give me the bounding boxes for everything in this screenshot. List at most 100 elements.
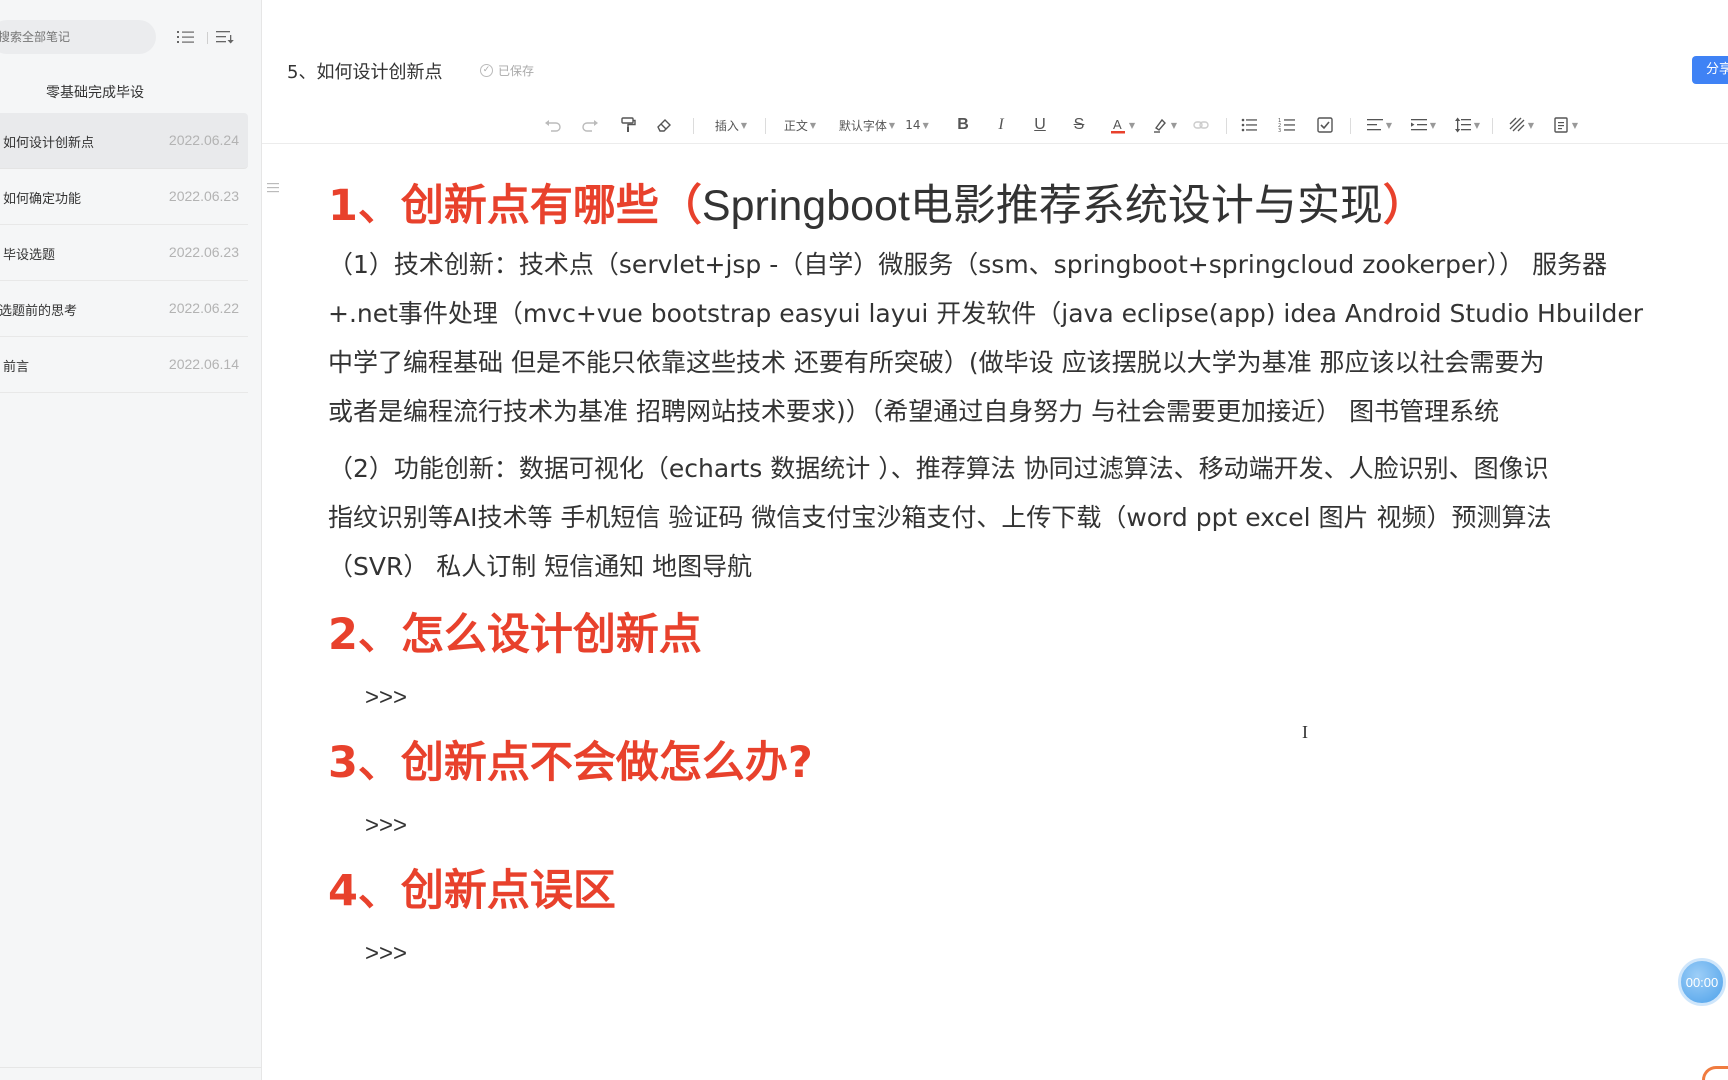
indent-dropdown[interactable]: ▼ (1406, 114, 1440, 136)
bold-icon[interactable]: B (952, 114, 974, 136)
heading-3: 3、创新点不会做怎么办? (328, 738, 813, 788)
highlight-dropdown[interactable]: ▼ (1146, 114, 1182, 136)
editor-main: 5、如何设计创新点 ✓ 已保存 分享 插入▼ 正文▼ 默认字体▼ 14▼ (262, 0, 1728, 1080)
note-item[interactable]: 前言 2022.06.14 (0, 337, 248, 393)
sidebar: 零基础完成毕设 如何设计创新点 2022.06.24 如何确定功能 2022.0… (0, 0, 262, 1080)
chevron-down-icon: ▼ (888, 120, 896, 130)
note-item[interactable]: 毕设选题 2022.06.23 (0, 225, 248, 281)
paragraph-label: 正文 (783, 118, 808, 133)
heading-1: 1、创新点有哪些（Springboot电影推荐系统设计与实现） (328, 176, 1728, 236)
doc-title[interactable]: 5、如何设计创新点 (287, 58, 442, 84)
placeholder-arrow: >>> (365, 812, 408, 839)
chevron-down-icon: ▼ (809, 120, 817, 130)
corner-logo-icon (1702, 1066, 1728, 1080)
template-dropdown[interactable]: ▼ (1548, 114, 1582, 136)
align-dropdown[interactable]: ▼ (1362, 114, 1396, 136)
chevron-down-icon: ▼ (1385, 120, 1393, 130)
highlighter-icon (1153, 118, 1166, 133)
paragraph-line: （SVR） 私人订制 短信通知 地图导航 (328, 552, 753, 581)
format-painter-icon[interactable] (617, 114, 639, 136)
indent-icon (1410, 119, 1427, 131)
link-icon[interactable] (1190, 114, 1212, 136)
italic-icon[interactable]: I (990, 114, 1012, 136)
note-date: 2022.06.24 (168, 132, 239, 148)
toolbar-separator (207, 32, 208, 44)
note-date: 2022.06.14 (168, 356, 239, 372)
chevron-down-icon: ▼ (1527, 120, 1535, 130)
check-circle-icon: ✓ (480, 64, 493, 77)
chevron-down-icon: ▼ (1170, 120, 1178, 130)
heading-1-prefix: 1、创新点有哪些（ (328, 181, 702, 231)
paragraph-line: 或者是编程流行技术为基准 招聘网站技术要求)）（希望通过自身努力 与社会需要更加… (328, 397, 1500, 426)
bullet-list-icon[interactable] (1238, 114, 1260, 136)
search-row (0, 20, 262, 54)
chevron-down-icon: ▼ (1429, 120, 1437, 130)
toolbar-separator (1350, 118, 1351, 134)
note-date: 2022.06.23 (168, 188, 239, 204)
line-spacing-dropdown[interactable]: ▼ (1450, 114, 1484, 136)
line-spacing-icon (1454, 117, 1471, 133)
font-size-dropdown[interactable]: 14 ▼ (903, 114, 931, 136)
document-icon (1554, 117, 1568, 133)
note-item[interactable]: 选题前的思考 2022.06.22 (0, 281, 248, 337)
heading-4: 4、创新点误区 (328, 866, 616, 916)
checklist-icon[interactable] (1314, 114, 1336, 136)
strikethrough-icon[interactable]: S (1068, 114, 1090, 136)
note-title: 如何确定功能 (3, 192, 82, 207)
share-button[interactable]: 分享 (1692, 56, 1728, 84)
heading-2: 2、怎么设计创新点 (328, 610, 702, 660)
text-cursor-icon: I (1302, 722, 1308, 742)
svg-text:3: 3 (1278, 128, 1281, 134)
note-date: 2022.06.23 (168, 244, 239, 260)
editor-toolbar: 插入▼ 正文▼ 默认字体▼ 14▼ B I U S A▼ ▼ 123 (262, 104, 1728, 144)
toolbar-separator (765, 118, 766, 134)
svg-text:A: A (1113, 117, 1122, 132)
toolbar-separator (1492, 118, 1493, 134)
note-list: 如何设计创新点 2022.06.24 如何确定功能 2022.06.23 毕设选… (0, 113, 248, 393)
paragraph-function-innovation: （2）功能创新：数据可视化（echarts 数据统计 ）、推荐算法 协同过滤算法… (328, 444, 1728, 591)
chevron-down-icon: ▼ (740, 120, 748, 130)
note-title: 毕设选题 (3, 248, 56, 263)
pattern-dropdown[interactable]: ▼ (1504, 114, 1538, 136)
paragraph-style-dropdown[interactable]: 正文 ▼ (780, 114, 820, 136)
chevron-down-icon: ▼ (1128, 120, 1136, 130)
eraser-icon[interactable] (653, 114, 675, 136)
chevron-down-icon: ▼ (1571, 120, 1579, 130)
search-input[interactable] (0, 20, 140, 54)
list-view-icon[interactable] (175, 27, 197, 47)
notebook-title: 零基础完成毕设 (46, 85, 144, 101)
note-title: 选题前的思考 (0, 304, 78, 319)
align-left-icon (1366, 119, 1383, 131)
placeholder-arrow: >>> (365, 940, 408, 967)
toolbar-separator (693, 118, 694, 134)
paragraph-line: （1）技术创新：技术点（servlet+jsp -（自学）微服务（ssm、spr… (328, 250, 1608, 279)
chevron-down-icon: ▼ (1473, 120, 1481, 130)
heading-1-project-name: Springboot电影推荐系统设计与实现 (701, 182, 1383, 230)
note-title: 如何设计创新点 (3, 136, 95, 151)
note-item[interactable]: 如何确定功能 2022.06.23 (0, 169, 248, 225)
note-item-active[interactable]: 如何设计创新点 2022.06.24 (0, 113, 248, 169)
font-family-dropdown[interactable]: 默认字体 ▼ (836, 114, 898, 136)
redo-icon[interactable] (579, 114, 601, 136)
paragraph-line: +.net事件处理（mvc+vue bootstrap easyui layui… (328, 299, 1643, 328)
font-label: 默认字体 (838, 118, 887, 133)
sort-icon[interactable] (214, 27, 236, 47)
paragraph-line: 中学了编程基础 但是不能只依靠这些技术 还要有所突破）(做毕设 应该摆脱以大学为… (328, 348, 1545, 377)
note-date: 2022.06.22 (168, 300, 239, 316)
paragraph-line: （2）功能创新：数据可视化（echarts 数据统计 ）、推荐算法 协同过滤算法… (328, 454, 1549, 483)
search-box[interactable] (0, 20, 156, 54)
saved-status: ✓ 已保存 (480, 62, 534, 79)
recording-timer[interactable]: 00:00 (1678, 958, 1726, 1006)
font-size-label: 14 (905, 118, 921, 132)
text-color-dropdown[interactable]: A ▼ (1105, 114, 1139, 136)
placeholder-arrow: >>> (365, 684, 408, 711)
document-content[interactable]: 1、创新点有哪些（Springboot电影推荐系统设计与实现） （1）技术创新：… (328, 176, 1728, 971)
numbered-list-icon[interactable]: 123 (1276, 114, 1298, 136)
paragraph-line: 指纹识别等AI技术等 手机短信 验证码 微信支付宝沙箱支付、上传下载（word … (328, 503, 1552, 532)
undo-icon[interactable] (542, 114, 564, 136)
chevron-down-icon: ▼ (922, 120, 929, 130)
outline-toggle-icon[interactable] (265, 180, 281, 196)
underline-icon[interactable]: U (1029, 114, 1051, 136)
text-color-icon: A (1110, 117, 1125, 134)
insert-dropdown[interactable]: 插入 ▼ (709, 114, 753, 136)
